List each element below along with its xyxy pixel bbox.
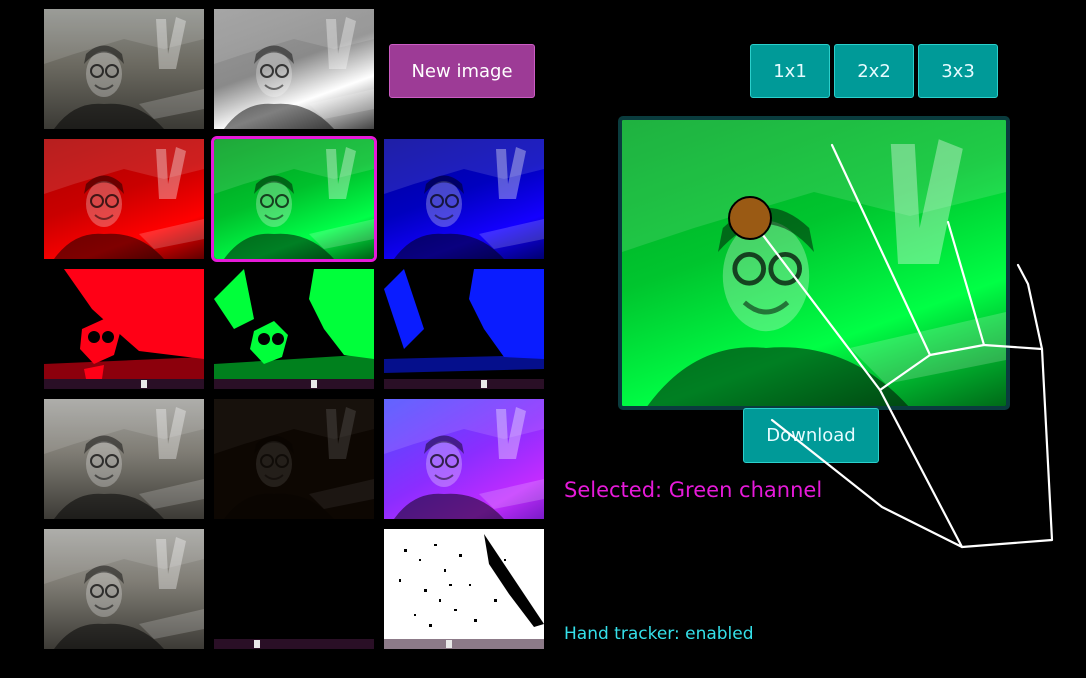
grid-1x1-button[interactable]: 1x1	[750, 44, 830, 98]
hand-tracker-status: Hand tracker: enabled	[564, 624, 754, 644]
tile-image	[44, 399, 204, 519]
tile-dark-filter[interactable]	[214, 399, 374, 519]
tile-green-channel[interactable]	[211, 136, 377, 262]
tile-image	[214, 269, 374, 379]
grid-2x2-button[interactable]: 2x2	[834, 44, 914, 98]
tile-red-channel[interactable]	[44, 139, 204, 259]
tile-original[interactable]	[44, 9, 204, 129]
preview-photo	[622, 120, 1006, 408]
tile-face-detect[interactable]	[44, 529, 204, 649]
tile-black-output[interactable]	[214, 529, 374, 639]
selected-filter-label: Selected: Green channel	[564, 478, 823, 502]
tile-red-threshold[interactable]	[44, 269, 204, 379]
tile-image	[384, 269, 544, 379]
black-tile-slider[interactable]	[214, 639, 374, 649]
tile-blue-channel[interactable]	[384, 139, 544, 259]
tile-image	[44, 269, 204, 379]
tile-image	[44, 529, 204, 649]
tile-image	[214, 139, 374, 259]
tile-image	[384, 139, 544, 259]
tile-image	[384, 529, 544, 639]
download-button[interactable]: Download	[743, 408, 879, 463]
tile-blue-threshold[interactable]	[384, 269, 544, 379]
preview-image	[618, 116, 1010, 410]
tile-webcam[interactable]	[44, 399, 204, 519]
slider-handle[interactable]	[254, 640, 260, 648]
tile-image	[384, 399, 544, 519]
white-tile-slider[interactable]	[384, 639, 544, 649]
tile-grayscale[interactable]	[214, 9, 374, 129]
slider-handle[interactable]	[311, 380, 317, 388]
tile-color-space[interactable]	[384, 399, 544, 519]
tile-image	[44, 9, 204, 129]
blue-threshold-slider[interactable]	[384, 379, 544, 389]
slider-handle[interactable]	[481, 380, 487, 388]
grid-3x3-button[interactable]: 3x3	[918, 44, 998, 98]
green-threshold-slider[interactable]	[214, 379, 374, 389]
red-threshold-slider[interactable]	[44, 379, 204, 389]
slider-handle[interactable]	[446, 640, 452, 648]
tile-green-threshold[interactable]	[214, 269, 374, 379]
slider-handle[interactable]	[141, 380, 147, 388]
new-image-button[interactable]: New image	[389, 44, 535, 98]
tile-image	[214, 9, 374, 129]
tile-image	[44, 139, 204, 259]
tile-white-threshold[interactable]	[384, 529, 544, 639]
tile-image	[214, 399, 374, 519]
